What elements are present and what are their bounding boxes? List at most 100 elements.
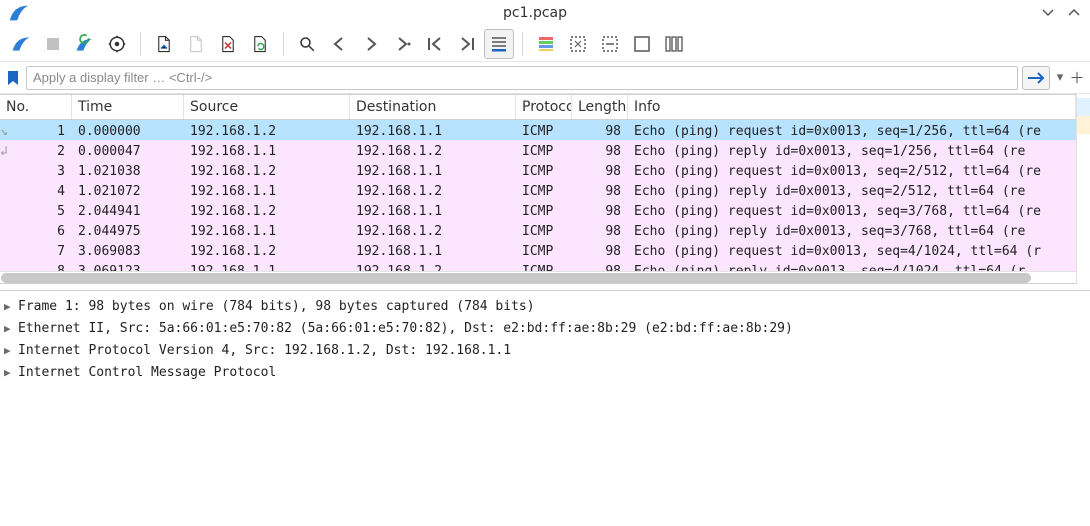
cell: Echo (ping) reply id=0x0013, seq=2/512, … bbox=[628, 180, 1076, 200]
zoom-out-button[interactable] bbox=[595, 29, 625, 59]
col-header-info[interactable]: Info bbox=[628, 95, 1076, 119]
expand-arrow-icon[interactable]: ▶ bbox=[4, 300, 16, 313]
col-header-destination[interactable]: Destination bbox=[350, 95, 516, 119]
display-filter-input[interactable] bbox=[26, 66, 1018, 90]
packet-row[interactable]: 83.069123192.168.1.1192.168.1.2ICMP98Ech… bbox=[0, 260, 1076, 271]
stop-capture-button[interactable] bbox=[38, 29, 68, 59]
add-filter-button[interactable]: ＋ bbox=[1070, 71, 1084, 85]
detail-text: Internet Protocol Version 4, Src: 192.16… bbox=[18, 343, 511, 358]
cell: Echo (ping) reply id=0x0013, seq=1/256, … bbox=[628, 140, 1076, 160]
zoom-reset-button[interactable] bbox=[627, 29, 657, 59]
packet-row[interactable]: 20.000047192.168.1.1192.168.1.2ICMP98Ech… bbox=[0, 140, 1076, 160]
expand-arrow-icon[interactable]: ▶ bbox=[4, 366, 16, 379]
expand-arrow-icon[interactable]: ▶ bbox=[4, 344, 16, 357]
cell: 3.069123 bbox=[72, 260, 184, 271]
cell: 3.069083 bbox=[72, 240, 184, 260]
detail-tree-item[interactable]: ▶Internet Protocol Version 4, Src: 192.1… bbox=[0, 339, 1090, 361]
col-header-protocol[interactable]: Protocol bbox=[516, 95, 572, 119]
cell: 192.168.1.1 bbox=[350, 160, 516, 180]
maximize-button[interactable] bbox=[1066, 5, 1082, 21]
detail-tree-item[interactable]: ▶Frame 1: 98 bytes on wire (784 bits), 9… bbox=[0, 295, 1090, 317]
packet-row[interactable]: 73.069083192.168.1.2192.168.1.1ICMP98Ech… bbox=[0, 240, 1076, 260]
save-file-button[interactable] bbox=[181, 29, 211, 59]
col-header-time[interactable]: Time bbox=[72, 95, 184, 119]
reload-file-button[interactable] bbox=[245, 29, 275, 59]
detail-text: Internet Control Message Protocol bbox=[18, 365, 276, 380]
cell: ICMP bbox=[516, 260, 572, 271]
toolbar-separator bbox=[140, 32, 141, 56]
window-title: pc1.pcap bbox=[30, 5, 1040, 21]
filter-history-dropdown[interactable]: ▾ bbox=[1054, 70, 1066, 85]
close-file-button[interactable] bbox=[213, 29, 243, 59]
cell: 192.168.1.2 bbox=[184, 120, 350, 140]
minimap-strip[interactable] bbox=[1076, 94, 1090, 284]
col-header-no[interactable]: No. bbox=[0, 95, 72, 119]
cell: 192.168.1.1 bbox=[350, 200, 516, 220]
cell: 98 bbox=[572, 160, 628, 180]
detail-text: Frame 1: 98 bytes on wire (784 bits), 98… bbox=[18, 299, 535, 314]
app-fin-icon bbox=[8, 2, 30, 24]
packet-details-pane[interactable]: ▶Frame 1: 98 bytes on wire (784 bits), 9… bbox=[0, 290, 1090, 526]
cell: ICMP bbox=[516, 160, 572, 180]
detail-text: Ethernet II, Src: 5a:66:01:e5:70:82 (5a:… bbox=[18, 321, 793, 336]
cell: 98 bbox=[572, 140, 628, 160]
related-packet-arrow-icon: ↘ bbox=[0, 124, 12, 134]
related-packet-arrow-icon: ↲ bbox=[0, 144, 12, 154]
packet-row[interactable]: 10.000000192.168.1.2192.168.1.1ICMP98Ech… bbox=[0, 120, 1076, 140]
packet-row[interactable]: 62.044975192.168.1.1192.168.1.2ICMP98Ech… bbox=[0, 220, 1076, 240]
packet-row[interactable]: 31.021038192.168.1.2192.168.1.1ICMP98Ech… bbox=[0, 160, 1076, 180]
cell: Echo (ping) reply id=0x0013, seq=4/1024,… bbox=[628, 260, 1076, 271]
cell: 192.168.1.1 bbox=[184, 140, 350, 160]
find-packet-button[interactable] bbox=[292, 29, 322, 59]
cell: Echo (ping) request id=0x0013, seq=2/512… bbox=[628, 160, 1076, 180]
go-to-button[interactable] bbox=[388, 29, 418, 59]
detail-tree-item[interactable]: ▶Internet Control Message Protocol bbox=[0, 361, 1090, 383]
col-header-length[interactable]: Length bbox=[572, 95, 628, 119]
horizontal-scrollbar[interactable] bbox=[0, 271, 1076, 283]
cell: 192.168.1.1 bbox=[184, 180, 350, 200]
cell: 98 bbox=[572, 200, 628, 220]
cell: 98 bbox=[572, 220, 628, 240]
packet-row[interactable]: 41.021072192.168.1.1192.168.1.2ICMP98Ech… bbox=[0, 180, 1076, 200]
cell: Echo (ping) request id=0x0013, seq=3/768… bbox=[628, 200, 1076, 220]
col-header-source[interactable]: Source bbox=[184, 95, 350, 119]
cell: 192.168.1.2 bbox=[350, 180, 516, 200]
packet-list-header[interactable]: No. Time Source Destination Protocol Len… bbox=[0, 94, 1076, 120]
packet-list-body[interactable]: ↘ ↲ 10.000000192.168.1.2192.168.1.1ICMP9… bbox=[0, 120, 1076, 271]
restart-capture-button[interactable] bbox=[70, 29, 100, 59]
capture-options-button[interactable] bbox=[102, 29, 132, 59]
go-last-button[interactable] bbox=[452, 29, 482, 59]
packet-list-pane: No. Time Source Destination Protocol Len… bbox=[0, 94, 1090, 284]
cell: 192.168.1.1 bbox=[350, 240, 516, 260]
expand-arrow-icon[interactable]: ▶ bbox=[4, 322, 16, 335]
autoscroll-button[interactable] bbox=[484, 29, 514, 59]
cell: ICMP bbox=[516, 240, 572, 260]
cell: 98 bbox=[572, 240, 628, 260]
apply-filter-button[interactable] bbox=[1022, 66, 1050, 90]
zoom-in-button[interactable] bbox=[563, 29, 593, 59]
packet-row[interactable]: 52.044941192.168.1.2192.168.1.1ICMP98Ech… bbox=[0, 200, 1076, 220]
cell: 2.044975 bbox=[72, 220, 184, 240]
cell: 192.168.1.2 bbox=[350, 220, 516, 240]
go-next-button[interactable] bbox=[356, 29, 386, 59]
detail-tree-item[interactable]: ▶Ethernet II, Src: 5a:66:01:e5:70:82 (5a… bbox=[0, 317, 1090, 339]
go-first-button[interactable] bbox=[420, 29, 450, 59]
toolbar-separator bbox=[522, 32, 523, 56]
bookmark-icon[interactable] bbox=[6, 70, 22, 86]
cell: 192.168.1.1 bbox=[184, 260, 350, 271]
colorize-button[interactable] bbox=[531, 29, 561, 59]
resize-columns-button[interactable] bbox=[659, 29, 689, 59]
cell: 192.168.1.1 bbox=[350, 120, 516, 140]
cell: 1.021072 bbox=[72, 180, 184, 200]
toolbar-separator bbox=[283, 32, 284, 56]
cell: ICMP bbox=[516, 220, 572, 240]
cell: 0.000000 bbox=[72, 120, 184, 140]
window-controls bbox=[1040, 5, 1082, 21]
cell: 192.168.1.2 bbox=[184, 240, 350, 260]
start-capture-button[interactable] bbox=[6, 29, 36, 59]
open-file-button[interactable] bbox=[149, 29, 179, 59]
minimize-button[interactable] bbox=[1040, 5, 1056, 21]
cell: 192.168.1.1 bbox=[184, 220, 350, 240]
cell: 0.000047 bbox=[72, 140, 184, 160]
go-prev-button[interactable] bbox=[324, 29, 354, 59]
